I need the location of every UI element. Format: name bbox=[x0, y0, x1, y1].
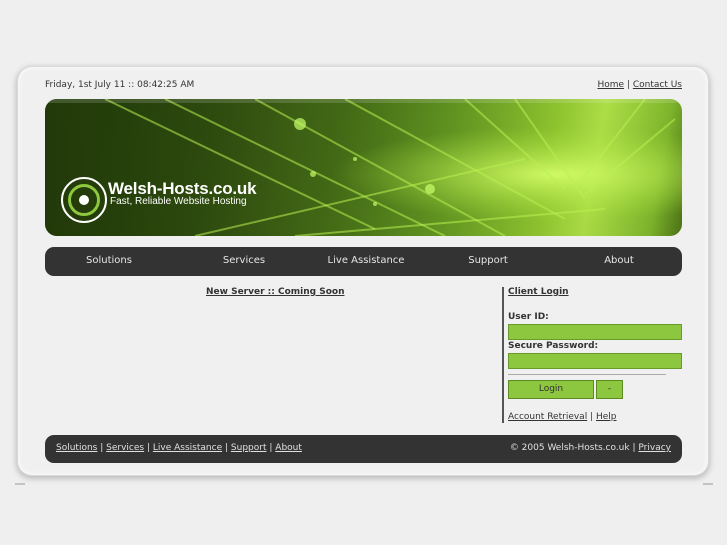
top-links: Home | Contact Us bbox=[597, 80, 682, 90]
main-nav: Solutions Services Live Assistance Suppo… bbox=[45, 247, 682, 276]
top-bar: Friday, 1st July 11 :: 08:42:25 AM Home … bbox=[45, 80, 682, 94]
nav-item-live-assistance[interactable]: Live Assistance bbox=[328, 255, 405, 266]
footer-bar: Solutions | Services | Live Assistance |… bbox=[45, 435, 682, 463]
separator: | bbox=[269, 443, 273, 453]
nav-item-solutions[interactable]: Solutions bbox=[86, 255, 132, 266]
privacy-link[interactable]: Privacy bbox=[638, 443, 671, 453]
frame-shadow bbox=[703, 483, 713, 485]
user-id-label: User ID: bbox=[508, 312, 549, 322]
separator: | bbox=[146, 443, 151, 453]
password-input[interactable] bbox=[508, 353, 682, 369]
login-links: Account Retrieval | Help bbox=[508, 412, 617, 422]
separator: | bbox=[590, 412, 594, 422]
reset-button[interactable]: - bbox=[596, 380, 623, 399]
target-circle-icon bbox=[61, 177, 107, 223]
separator: | bbox=[224, 443, 229, 453]
column-divider bbox=[502, 287, 504, 423]
account-retrieval-link[interactable]: Account Retrieval bbox=[508, 412, 587, 422]
user-id-input[interactable] bbox=[508, 324, 682, 340]
nav-item-support[interactable]: Support bbox=[468, 255, 508, 266]
password-label: Secure Password: bbox=[508, 341, 599, 351]
contact-us-link[interactable]: Contact Us bbox=[633, 80, 682, 90]
footer-link-live-assistance[interactable]: Live Assistance bbox=[153, 443, 222, 453]
nav-item-services[interactable]: Services bbox=[223, 255, 265, 266]
separator: | bbox=[626, 80, 630, 90]
footer-link-support[interactable]: Support bbox=[231, 443, 267, 453]
nav-item-about[interactable]: About bbox=[604, 255, 634, 266]
footer-link-services[interactable]: Services bbox=[106, 443, 144, 453]
footer-links: Solutions | Services | Live Assistance |… bbox=[56, 443, 302, 453]
client-login-title[interactable]: Client Login bbox=[508, 287, 569, 297]
tagline: Fast, Reliable Website Hosting bbox=[110, 196, 247, 207]
date-time: Friday, 1st July 11 :: 08:42:25 AM bbox=[45, 80, 195, 90]
login-button[interactable]: Login bbox=[508, 380, 594, 399]
separator: | bbox=[100, 443, 104, 453]
home-link[interactable]: Home bbox=[597, 80, 624, 90]
frame-shadow bbox=[15, 483, 25, 485]
footer-link-about[interactable]: About bbox=[275, 443, 302, 453]
separator: | bbox=[632, 443, 636, 453]
form-divider bbox=[508, 374, 666, 375]
news-headline-link[interactable]: New Server :: Coming Soon bbox=[206, 287, 344, 297]
help-link[interactable]: Help bbox=[596, 412, 617, 422]
banner-artwork bbox=[45, 99, 682, 236]
copyright-text: © 2005 Welsh-Hosts.co.uk bbox=[509, 443, 630, 453]
footer-right: © 2005 Welsh-Hosts.co.uk | Privacy bbox=[510, 443, 671, 453]
header-banner: Welsh-Hosts.co.uk Fast, Reliable Website… bbox=[45, 99, 682, 236]
footer-link-solutions[interactable]: Solutions bbox=[56, 443, 97, 453]
